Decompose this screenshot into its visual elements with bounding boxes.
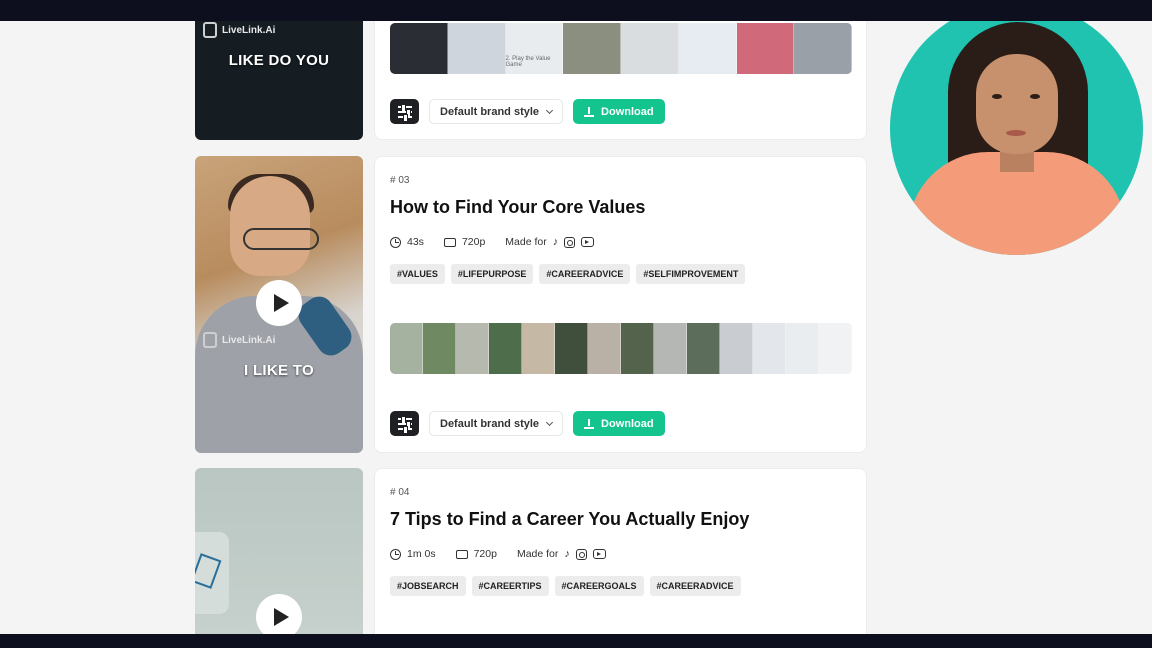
youtube-icon (581, 237, 595, 247)
hashtag-chip[interactable]: #CAREERTIPS (471, 576, 549, 596)
presenter-avatar (890, 2, 1143, 255)
clip-timeline-strip[interactable] (390, 323, 852, 374)
clip-duration: 43s (407, 236, 424, 248)
card-toolbar: Default brand style Download (390, 411, 665, 436)
play-icon[interactable] (256, 280, 302, 326)
brand-watermark: LiveLink.Ai (203, 332, 275, 348)
video-thumbnail[interactable]: LiveLink.Ai LIKE DO YOU (195, 14, 363, 140)
brand-name: LiveLink.Ai (222, 24, 276, 36)
download-label: Download (601, 417, 654, 430)
clip-number: # 03 (390, 175, 410, 186)
resolution-icon (455, 549, 468, 559)
clip-duration: 1m 0s (407, 548, 436, 560)
video-thumbnail[interactable]: LiveLink.Ai I LIKE TO (195, 156, 363, 453)
brand-style-dropdown[interactable]: Default brand style (429, 99, 564, 124)
brand-style-label: Default brand style (440, 417, 540, 430)
tag-list: #JOBSEARCH #CAREERTIPS #CAREERGOALS #CAR… (390, 576, 741, 596)
hashtag-chip[interactable]: #CAREERADVICE (539, 264, 631, 284)
clip-meta: 1m 0s 720p Made for ♪ (390, 548, 606, 560)
made-for-label: Made for (505, 236, 547, 248)
clip-resolution: 720p (461, 236, 486, 248)
hashtag-chip[interactable]: #CAREERGOALS (554, 576, 644, 596)
clip-card: 2. Play the Value Game Default brand sty… (374, 14, 867, 140)
tag-list: #VALUES #LIFEPURPOSE #CAREERADVICE #SELF… (390, 264, 746, 284)
hashtag-chip[interactable]: #JOBSEARCH (390, 576, 466, 596)
download-label: Download (601, 105, 654, 118)
top-letterbox-bar (0, 0, 1152, 21)
download-button[interactable]: Download (573, 411, 665, 436)
made-for-label: Made for (516, 548, 559, 560)
instagram-icon (575, 548, 587, 560)
livelink-logo-icon (203, 332, 217, 348)
clip-title: 7 Tips to Find a Career You Actually Enj… (390, 509, 750, 529)
chevron-down-icon (545, 418, 554, 426)
clip-title: How to Find Your Core Values (390, 197, 646, 217)
instagram-icon (564, 236, 576, 248)
clock-icon (390, 548, 401, 560)
hashtag-chip[interactable]: #CAREERADVICE (649, 576, 741, 596)
thumbnail-caption: I LIKE TO (244, 362, 314, 379)
livelink-logo-icon (203, 22, 217, 38)
clock-icon (390, 236, 401, 248)
card-toolbar: Default brand style Download (390, 99, 665, 124)
brand-style-dropdown[interactable]: Default brand style (429, 411, 564, 436)
tiktok-icon: ♪ (564, 547, 570, 560)
style-settings-button[interactable] (390, 411, 419, 436)
clip-meta: 43s 720p Made for ♪ (390, 235, 595, 248)
brand-watermark: LiveLink.Ai (203, 22, 275, 38)
clip-number: # 04 (390, 487, 410, 498)
strip-frame-text: 2. Play the Value Game (505, 56, 551, 68)
hashtag-chip[interactable]: #LIFEPURPOSE (450, 264, 534, 284)
clip-card: # 04 7 Tips to Find a Career You Actuall… (374, 468, 867, 648)
brand-style-label: Default brand style (440, 105, 540, 118)
chevron-down-icon (545, 106, 554, 114)
clip-resolution: 720p (473, 548, 497, 560)
hashtag-chip[interactable]: #SELFIMPROVEMENT (636, 264, 746, 284)
hashtag-chip[interactable]: #VALUES (390, 264, 445, 284)
download-icon (584, 418, 595, 429)
resolution-icon (443, 237, 456, 247)
video-thumbnail[interactable] (195, 468, 363, 648)
bottom-letterbox-bar (0, 634, 1152, 648)
youtube-icon (592, 549, 606, 559)
style-settings-button[interactable] (390, 99, 419, 124)
tiktok-icon: ♪ (552, 235, 559, 248)
clip-card: # 03 How to Find Your Core Values 43s 72… (374, 156, 867, 453)
download-button[interactable]: Download (573, 99, 665, 124)
clip-timeline-strip[interactable]: 2. Play the Value Game (390, 23, 852, 74)
brand-name: LiveLink.Ai (222, 334, 276, 346)
download-icon (584, 106, 595, 117)
thumbnail-caption: LIKE DO YOU (228, 52, 330, 69)
